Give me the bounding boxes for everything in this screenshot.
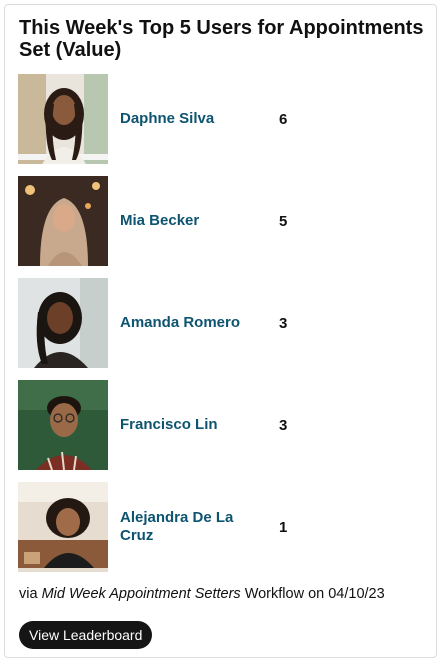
user-name-link[interactable]: Alejandra De La Cruz [120, 482, 260, 572]
avatar[interactable] [18, 74, 108, 164]
avatar[interactable] [18, 278, 108, 368]
user-value: 3 [279, 416, 288, 434]
user-row: Daphne Silva 6 [5, 74, 436, 176]
via-prefix: via [19, 586, 38, 602]
user-list: Daphne Silva 6 Mia Becker 5 Amanda Romer… [5, 74, 436, 584]
user-row: Alejandra De La Cruz 1 [5, 482, 436, 584]
user-row: Amanda Romero 3 [5, 278, 436, 380]
avatar[interactable] [18, 482, 108, 572]
user-name-link[interactable]: Amanda Romero [120, 278, 260, 368]
user-name-link[interactable]: Francisco Lin [120, 380, 260, 470]
workflow-name: Mid Week Appointment Setters [41, 586, 241, 602]
widget-title: This Week's Top 5 Users for Appointments… [19, 17, 424, 61]
user-value: 6 [279, 110, 288, 128]
workflow-date: 04/10/23 [328, 586, 385, 602]
user-name-link[interactable]: Mia Becker [120, 176, 260, 266]
user-name-link[interactable]: Daphne Silva [120, 74, 260, 164]
workflow-source-text: via Mid Week Appointment Setters Workflo… [19, 585, 385, 603]
user-row: Francisco Lin 3 [5, 380, 436, 482]
user-value: 5 [279, 212, 288, 230]
user-value: 3 [279, 314, 288, 332]
user-row: Mia Becker 5 [5, 176, 436, 278]
user-value: 1 [279, 518, 288, 536]
view-leaderboard-button[interactable]: View Leaderboard [19, 621, 153, 649]
avatar[interactable] [18, 176, 108, 266]
via-middle: Workflow on [244, 586, 325, 602]
avatar[interactable] [18, 380, 108, 470]
leaderboard-card: This Week's Top 5 Users for Appointments… [4, 4, 437, 658]
